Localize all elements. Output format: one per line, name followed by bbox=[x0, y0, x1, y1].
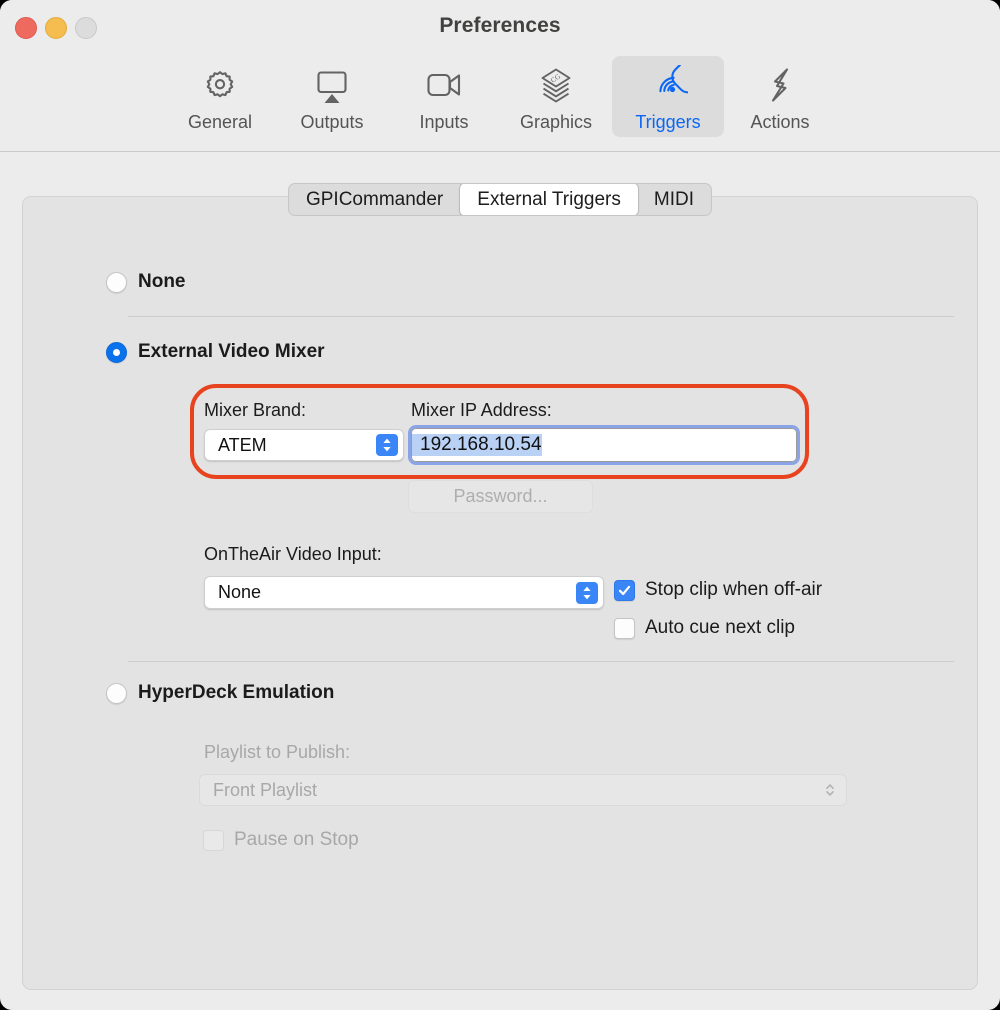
radio-hyperdeck-indicator[interactable] bbox=[106, 682, 127, 704]
playlist-to-publish-select: Front Playlist bbox=[199, 774, 847, 806]
playlist-to-publish-label: Playlist to Publish: bbox=[204, 742, 351, 762]
preferences-window: Preferences General Outputs Inputs CG Gr… bbox=[0, 0, 1000, 1010]
tab-external-triggers[interactable]: External Triggers bbox=[460, 184, 638, 215]
preferences-toolbar: General Outputs Inputs CG Graphics Trigg… bbox=[0, 56, 1000, 137]
checkbox-auto-cue-next-clip[interactable]: Auto cue next clip bbox=[614, 617, 795, 639]
checkbox-pause-on-stop: Pause on Stop bbox=[203, 829, 359, 851]
mixer-ip-input[interactable]: 192.168.10.54 bbox=[408, 425, 800, 465]
toolbar-item-graphics[interactable]: CG Graphics bbox=[500, 56, 612, 137]
checkbox-stop-clip-when-off-air[interactable]: Stop clip when off-air bbox=[614, 579, 822, 601]
toolbar-item-general[interactable]: General bbox=[164, 56, 276, 137]
radio-hyperdeck-emulation[interactable]: HyperDeck Emulation bbox=[106, 682, 334, 704]
chevron-up-down-icon bbox=[376, 434, 398, 456]
toolbar-item-outputs[interactable]: Outputs bbox=[276, 56, 388, 137]
external-triggers-form: None External Video Mixer Mixer Brand: A… bbox=[23, 197, 977, 989]
chevron-up-down-icon bbox=[576, 581, 598, 604]
divider-2 bbox=[128, 661, 954, 662]
video-camera-icon bbox=[424, 63, 464, 107]
wireless-tag-icon bbox=[648, 63, 688, 107]
radio-none-indicator[interactable] bbox=[106, 271, 127, 293]
mixer-brand-select[interactable]: ATEM bbox=[204, 429, 404, 461]
checkbox-pause-on-stop-label: Pause on Stop bbox=[234, 829, 359, 850]
toolbar-item-triggers[interactable]: Triggers bbox=[612, 56, 724, 137]
gear-icon bbox=[200, 63, 240, 107]
password-button: Password... bbox=[408, 480, 593, 513]
radio-external-video-mixer[interactable]: External Video Mixer bbox=[106, 341, 325, 363]
toolbar-item-label: Actions bbox=[750, 112, 810, 132]
title-bar: Preferences General Outputs Inputs CG Gr… bbox=[0, 0, 1000, 152]
toolbar-item-label: General bbox=[187, 112, 253, 132]
checkbox-stop-clip-label: Stop clip when off-air bbox=[645, 579, 823, 600]
window-title: Preferences bbox=[439, 14, 561, 37]
chevron-up-down-icon bbox=[819, 779, 841, 801]
radio-none-label: None bbox=[138, 271, 186, 292]
radio-hyperdeck-label: HyperDeck Emulation bbox=[138, 682, 335, 703]
mixer-brand-label: Mixer Brand: bbox=[204, 400, 307, 420]
mixer-ip-value: 192.168.10.54 bbox=[412, 434, 542, 456]
toolbar-item-inputs[interactable]: Inputs bbox=[388, 56, 500, 137]
toolbar-item-label: Graphics bbox=[519, 112, 593, 132]
playlist-to-publish-value: Front Playlist bbox=[213, 779, 318, 800]
toolbar-item-label: Inputs bbox=[419, 112, 469, 132]
checkbox-auto-cue-label: Auto cue next clip bbox=[645, 617, 795, 638]
video-input-select[interactable]: None bbox=[204, 576, 604, 609]
toolbar-item-actions[interactable]: Actions bbox=[724, 56, 836, 137]
divider-1 bbox=[128, 316, 954, 317]
layers-cg-icon: CG bbox=[536, 63, 576, 107]
checkbox-auto-cue-indicator[interactable] bbox=[614, 617, 635, 639]
airplay-icon bbox=[312, 63, 352, 107]
toolbar-item-label: Triggers bbox=[635, 112, 701, 132]
mixer-ip-label: Mixer IP Address: bbox=[411, 400, 552, 420]
radio-external-video-mixer-indicator[interactable] bbox=[106, 341, 127, 363]
video-input-label: OnTheAir Video Input: bbox=[204, 544, 382, 564]
lightning-bolt-icon bbox=[760, 63, 800, 107]
radio-external-video-mixer-label: External Video Mixer bbox=[138, 341, 325, 362]
radio-none[interactable]: None bbox=[106, 271, 186, 293]
video-input-value: None bbox=[218, 582, 262, 602]
toolbar-item-label: Outputs bbox=[300, 112, 364, 132]
checkbox-stop-clip-indicator[interactable] bbox=[614, 579, 635, 601]
mixer-brand-value: ATEM bbox=[218, 434, 267, 455]
checkbox-pause-on-stop-indicator bbox=[203, 829, 224, 851]
content-panel: GPICommander External Triggers MIDI None… bbox=[22, 183, 978, 990]
